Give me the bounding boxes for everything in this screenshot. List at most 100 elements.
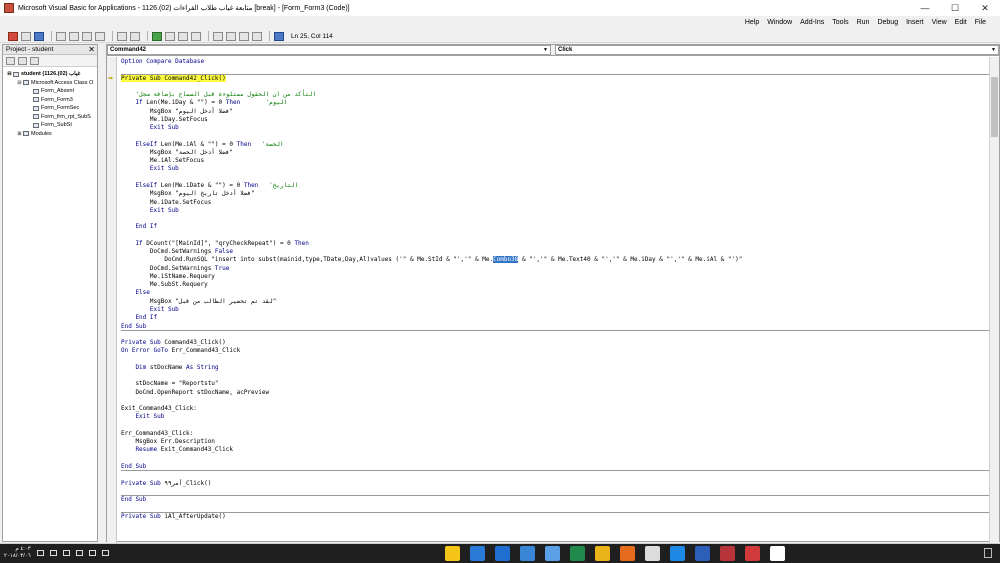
code-line[interactable]: If DCount("[MainId]", "qryCheckRepeat") … (121, 240, 991, 248)
close-button[interactable]: ✕ (970, 0, 1000, 16)
code-line[interactable]: Me.SubSt.Requery (121, 281, 991, 289)
tree-item-module[interactable]: Form_Absent (3, 87, 97, 96)
access-view-icon[interactable] (8, 31, 18, 41)
edge-icon[interactable] (670, 546, 685, 561)
cut-icon[interactable] (56, 31, 66, 41)
code-line[interactable] (121, 215, 991, 223)
reset-icon[interactable] (178, 31, 188, 41)
vertical-scrollbar[interactable] (989, 57, 999, 543)
code-line[interactable]: Exit Sub (121, 413, 991, 421)
code-line[interactable]: MsgBox "فضلا أدخل تاريخ اليوم" (121, 190, 991, 198)
project-close-button[interactable]: ✕ (88, 45, 95, 55)
code-line[interactable]: 'التأكد من ان الحقول ممتلوءة قبل السماح … (121, 91, 991, 99)
code-line[interactable]: DoCmd.SetWarnings True (121, 265, 991, 273)
tree-item-folder[interactable]: ⊟ student (1126.(02) غياب (3, 70, 97, 79)
minimize-button[interactable]: — (910, 0, 940, 16)
undo-icon[interactable] (117, 31, 127, 41)
code-line[interactable]: End Sub (121, 496, 991, 504)
code-line[interactable]: End If (121, 223, 991, 231)
code-line[interactable] (121, 132, 991, 140)
battery-icon[interactable] (88, 549, 96, 556)
app-blue-icon[interactable] (545, 546, 560, 561)
notifications-icon[interactable] (36, 549, 44, 556)
code-line[interactable] (121, 331, 991, 339)
menu-debug[interactable]: Debug (873, 16, 902, 30)
properties-window-icon[interactable] (226, 31, 236, 41)
code-line[interactable]: DoCmd.RunSQL "insert into subst(mainid,t… (121, 256, 991, 264)
collapse-icon[interactable]: ⊟ (7, 70, 12, 79)
start-button[interactable] (984, 548, 992, 558)
tree-item-module[interactable]: Form_Form3 (3, 96, 97, 105)
code-line[interactable]: MsgBox "فضلا أدخل اليوم" (121, 108, 991, 116)
start-icon[interactable] (770, 546, 785, 561)
tree-item-module[interactable]: Form_SubSt (3, 121, 97, 130)
code-line[interactable]: MsgBox "لقد تم تحضير الطالب من قبل" (121, 298, 991, 306)
code-line[interactable]: Private Sub Command42_Click() (121, 74, 991, 83)
app-red-icon[interactable] (745, 546, 760, 561)
menu-window[interactable]: Window (763, 16, 796, 30)
expand-icon[interactable]: ⊞ (17, 130, 22, 139)
menu-view[interactable]: View (928, 16, 951, 30)
volume-icon[interactable] (62, 549, 70, 556)
find-icon[interactable] (95, 31, 105, 41)
code-line[interactable]: If Len(Me.iDay & "") = 0 Then 'اليوم (121, 99, 991, 107)
code-line[interactable]: Exit Sub (121, 165, 991, 173)
code-line[interactable]: Exit_Command43_Click: (121, 405, 991, 413)
code-line[interactable]: On Error GoTo Err_Command43_Click (121, 347, 991, 355)
code-line[interactable] (121, 471, 991, 479)
insert-userform-icon[interactable] (21, 31, 31, 41)
menu-edit[interactable]: Edit (951, 16, 971, 30)
code-line[interactable]: End Sub (121, 463, 991, 472)
break-icon[interactable] (165, 31, 175, 41)
scrollbar-thumb[interactable] (991, 77, 998, 137)
code-line[interactable] (121, 455, 991, 463)
code-line[interactable]: Else (121, 289, 991, 297)
code-line[interactable] (121, 66, 991, 75)
code-line[interactable]: Exit Sub (121, 207, 991, 215)
run-icon[interactable] (152, 31, 162, 41)
code-line[interactable]: End Sub (121, 323, 991, 331)
menu-help[interactable]: Help (741, 16, 763, 30)
code-line[interactable] (121, 504, 991, 513)
code-line[interactable]: DoCmd.SetWarnings False (121, 248, 991, 256)
code-line[interactable]: Resume Exit_Command43_Click (121, 446, 991, 454)
menu-run[interactable]: Run (853, 16, 874, 30)
file-explorer-icon[interactable] (445, 546, 460, 561)
code-line[interactable]: ElseIf Len(Me.iDate & "") = 0 Then 'التا… (121, 182, 991, 190)
code-line[interactable]: Me.iDate.SetFocus (121, 199, 991, 207)
tree-item-folder[interactable]: ⊟ Microsoft Access Class O (3, 79, 97, 88)
code-line[interactable] (121, 232, 991, 240)
code-line[interactable]: Exit Sub (121, 124, 991, 132)
code-line[interactable] (121, 174, 991, 182)
object-browser-icon[interactable] (239, 31, 249, 41)
code-line[interactable] (121, 83, 991, 91)
code-line[interactable]: End If (121, 314, 991, 322)
code-line[interactable]: Err_Command43_Click: (121, 430, 991, 438)
code-line[interactable] (121, 488, 991, 497)
menu-file[interactable]: File (971, 16, 990, 30)
code-line[interactable] (121, 356, 991, 364)
code-editor[interactable]: ➡ Option Compare Database Private Sub Com… (107, 57, 991, 543)
copy-icon[interactable] (69, 31, 79, 41)
code-line[interactable]: Me.iDay.SetFocus (121, 116, 991, 124)
toolbox-icon[interactable] (252, 31, 262, 41)
code-line[interactable]: Exit Sub (121, 306, 991, 314)
code-line[interactable]: Private Sub Command43_Click() (121, 339, 991, 347)
menu-insert[interactable]: Insert (902, 16, 928, 30)
save-icon[interactable] (34, 31, 44, 41)
word-icon[interactable] (695, 546, 710, 561)
network-icon[interactable] (75, 549, 83, 556)
code-line[interactable]: Private Sub iAl_AfterUpdate() (121, 513, 991, 521)
object-dropdown[interactable]: Command42 ▼ (107, 45, 551, 55)
code-line[interactable]: Me.iStName.Requery (121, 273, 991, 281)
firefox-icon[interactable] (620, 546, 635, 561)
code-line[interactable]: ElseIf Len(Me.iAl & "") = 0 Then 'الحصة (121, 141, 991, 149)
access-icon[interactable] (720, 546, 735, 561)
margin-indicator-bar[interactable]: ➡ (107, 57, 117, 543)
outlook-icon[interactable] (495, 546, 510, 561)
code-line[interactable] (121, 397, 991, 405)
code-line[interactable] (121, 372, 991, 380)
chrome-icon[interactable] (595, 546, 610, 561)
tree-item-module[interactable]: Form_FormSec (3, 104, 97, 113)
view-object-icon[interactable] (18, 56, 27, 65)
